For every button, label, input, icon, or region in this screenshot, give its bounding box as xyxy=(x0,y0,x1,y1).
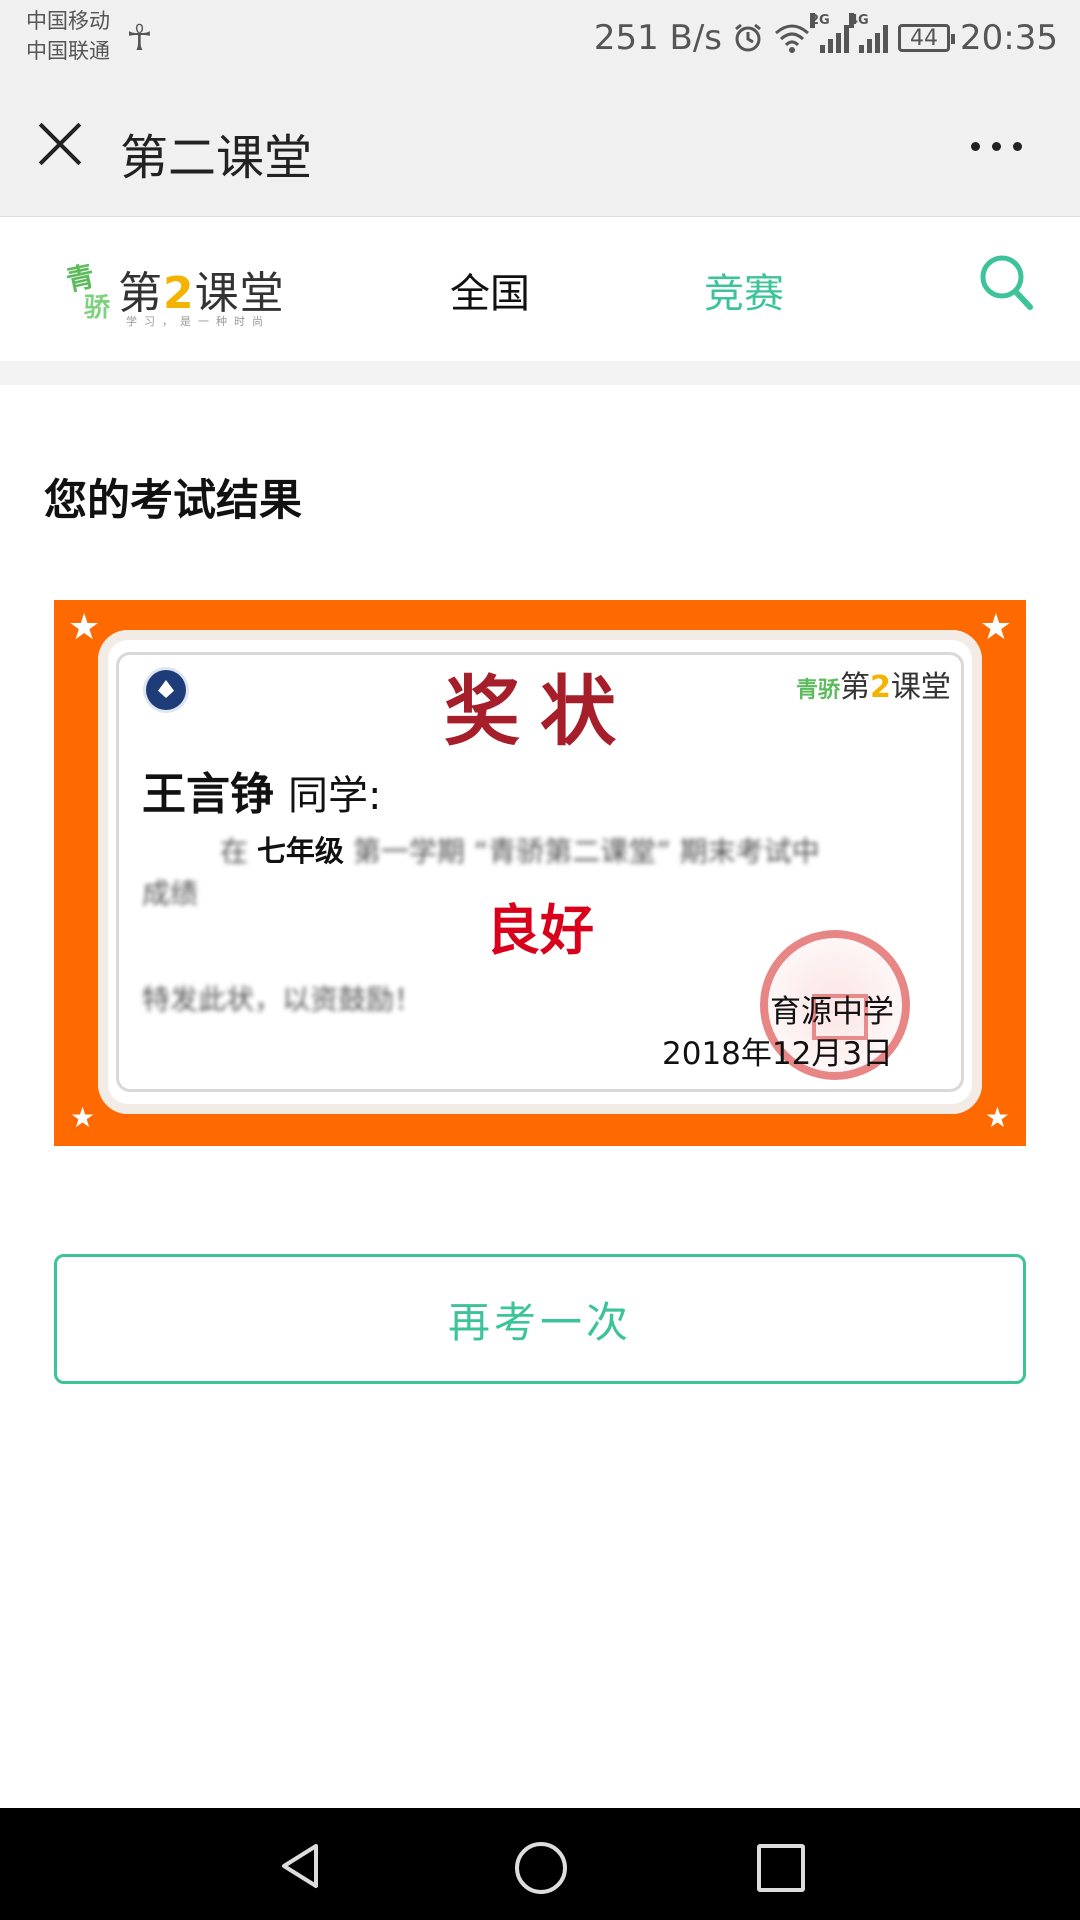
retry-exam-button[interactable]: 再考一次 xyxy=(54,1254,1026,1384)
wifi-icon xyxy=(775,24,810,53)
home-icon[interactable] xyxy=(515,1842,567,1894)
app-navbar: 第二课堂 xyxy=(0,80,1080,217)
site-logo[interactable]: 青 骄 第2课堂 学习，是一种时尚 xyxy=(63,249,306,329)
alarm-icon xyxy=(735,23,761,52)
battery-icon: 44 xyxy=(898,24,956,52)
carrier-2: 中国联通 xyxy=(26,39,110,63)
search-icon[interactable] xyxy=(978,253,1034,313)
certificate-line-1: 在 七年级 第一学期 “青骄第二课堂” 期末考试中 xyxy=(220,834,820,868)
signal-sim1-icon: 2G xyxy=(810,13,850,53)
close-icon[interactable] xyxy=(36,120,84,168)
net-speed: 251 B/s xyxy=(593,18,723,58)
clock: 20:35 xyxy=(960,18,1058,58)
notification-icon: ☥ xyxy=(126,18,153,59)
star-icon: ★ xyxy=(979,607,1012,648)
star-icon: ★ xyxy=(984,1101,1010,1134)
logo-slogan: 学习，是一种时尚 xyxy=(126,315,270,328)
issuing-school: 育源中学 xyxy=(770,994,894,1030)
star-icon: ★ xyxy=(68,607,101,648)
carrier-1: 中国移动 xyxy=(26,9,110,33)
signal-sim2-icon: 4G xyxy=(849,13,889,53)
logo-badge-bottom: 骄 xyxy=(84,293,111,323)
more-options-icon[interactable] xyxy=(971,142,1022,151)
student-name: 王言铮 同学: xyxy=(142,769,382,820)
section-divider xyxy=(0,361,1080,385)
battery-level: 44 xyxy=(910,25,939,51)
result-title: 您的考试结果 xyxy=(44,476,302,526)
certificate-closing: 特发此状，以资鼓励！ xyxy=(142,983,423,1016)
star-icon: ★ xyxy=(70,1101,96,1134)
page-title: 第二课堂 xyxy=(120,130,313,186)
grade-level: 七年级 xyxy=(256,834,344,868)
certificate-heading: 奖状 xyxy=(444,667,636,756)
certificate: ★ ★ ★ ★ 青骄第2课堂 奖状 王言铮 同学: 在 七年级 第一学期 “青骄… xyxy=(54,600,1026,1146)
sim1-network-type: 2G xyxy=(810,13,830,28)
status-icons: 251 B/s 2G 4G 44 20:35 xyxy=(593,13,1058,62)
sim2-network-type: 4G xyxy=(849,13,869,28)
back-icon[interactable] xyxy=(278,1842,322,1890)
carrier-info: 中国移动 中国联通 xyxy=(26,6,110,66)
system-nav-bar xyxy=(0,1808,1080,1920)
status-bar: 中国移动 中国联通 ☥ 251 B/s 2G 4G 44 20:35 xyxy=(0,0,1080,80)
site-header: 青 骄 第2课堂 学习，是一种时尚 全国 竞赛 xyxy=(0,217,1080,361)
recent-apps-icon[interactable] xyxy=(757,1844,805,1892)
logo-text: 第2课堂 xyxy=(118,268,285,319)
nav-quanguo[interactable]: 全国 xyxy=(450,261,530,319)
nav-jingsai[interactable]: 竞赛 xyxy=(704,261,784,319)
issue-date: 2018年12月3日 xyxy=(662,1036,894,1072)
